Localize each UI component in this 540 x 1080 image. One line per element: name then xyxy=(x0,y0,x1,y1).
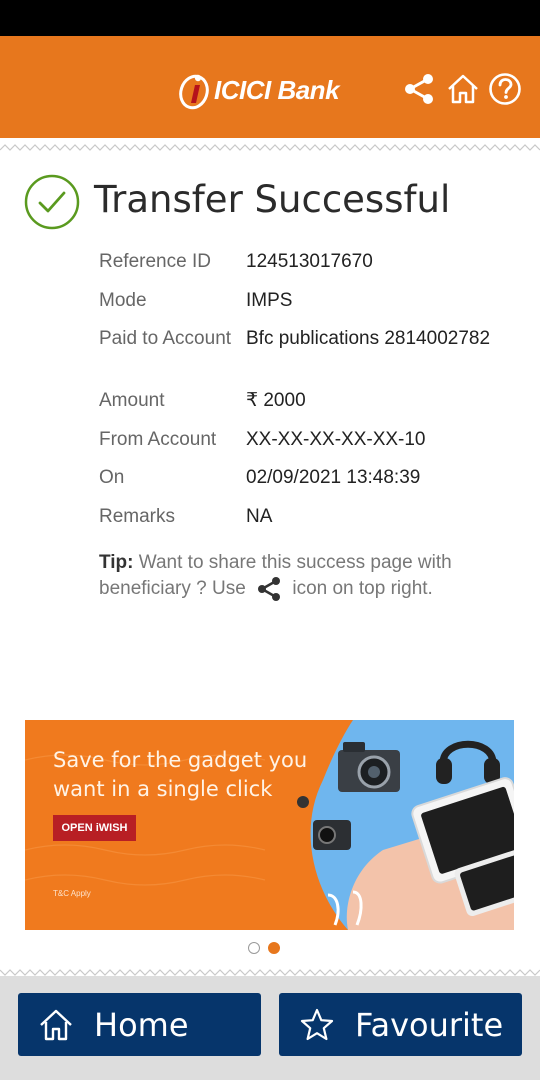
promo-banner[interactable]: Save for the gadget you want in a single… xyxy=(25,720,514,930)
help-icon[interactable] xyxy=(488,72,522,106)
star-icon xyxy=(300,1008,334,1040)
detail-label: From Account xyxy=(99,429,217,450)
action-camera-image xyxy=(313,820,351,850)
icici-logo: ICICI Bank xyxy=(178,68,340,112)
detail-value: XX-XX-XX-XX-XX-10 xyxy=(246,429,426,450)
share-icon[interactable] xyxy=(402,72,436,106)
divider-top xyxy=(0,144,540,151)
detail-label: Reference ID xyxy=(99,251,211,272)
home-icon xyxy=(40,1009,72,1040)
favourite-button-label: Favourite xyxy=(355,1005,504,1044)
bottom-nav: Home Favourite xyxy=(0,969,540,1080)
icici-logo-mark xyxy=(179,74,209,110)
detail-label: Remarks xyxy=(99,506,176,527)
detail-label: Mode xyxy=(99,290,147,311)
banner-headline: Save for the gadget you want in a single… xyxy=(53,748,308,801)
app-header: ICICI Bank xyxy=(0,36,540,138)
detail-label: Amount xyxy=(99,390,165,411)
gadgets-illustration xyxy=(297,720,514,930)
status-bar xyxy=(0,0,540,36)
carousel-dot-active[interactable] xyxy=(268,942,280,954)
tip-text-after: icon on top right. xyxy=(292,578,433,600)
home-button-label: Home xyxy=(94,1005,189,1044)
detail-label: Paid to Account xyxy=(99,328,232,349)
tip-prefix: Tip: xyxy=(99,552,134,573)
detail-value: IMPS xyxy=(246,290,293,311)
brand-name: ICICI Bank xyxy=(214,74,340,105)
page-title: Transfer Successful xyxy=(94,178,451,221)
home-button[interactable]: Home xyxy=(18,993,261,1056)
detail-value: ₹ 2000 xyxy=(246,390,306,411)
share-icon xyxy=(258,577,281,601)
banner-terms: T&C Apply xyxy=(53,889,91,898)
carousel-indicator xyxy=(248,942,280,954)
home-icon[interactable] xyxy=(446,72,480,106)
divider-bottom xyxy=(0,969,540,976)
detail-value: NA xyxy=(246,506,273,527)
detail-label: On xyxy=(99,467,125,488)
detail-value: Bfc publications 2814002782 xyxy=(246,328,491,349)
detail-value: 02/09/2021 13:48:39 xyxy=(246,467,421,488)
share-tip: Tip: Want to share this success page wit… xyxy=(99,551,499,603)
check-circle-icon xyxy=(24,174,80,230)
open-iwish-button[interactable]: OPEN iWISH xyxy=(53,815,136,841)
carousel-dot[interactable] xyxy=(248,942,260,954)
detail-value: 124513017670 xyxy=(246,251,373,272)
favourite-button[interactable]: Favourite xyxy=(279,993,522,1056)
